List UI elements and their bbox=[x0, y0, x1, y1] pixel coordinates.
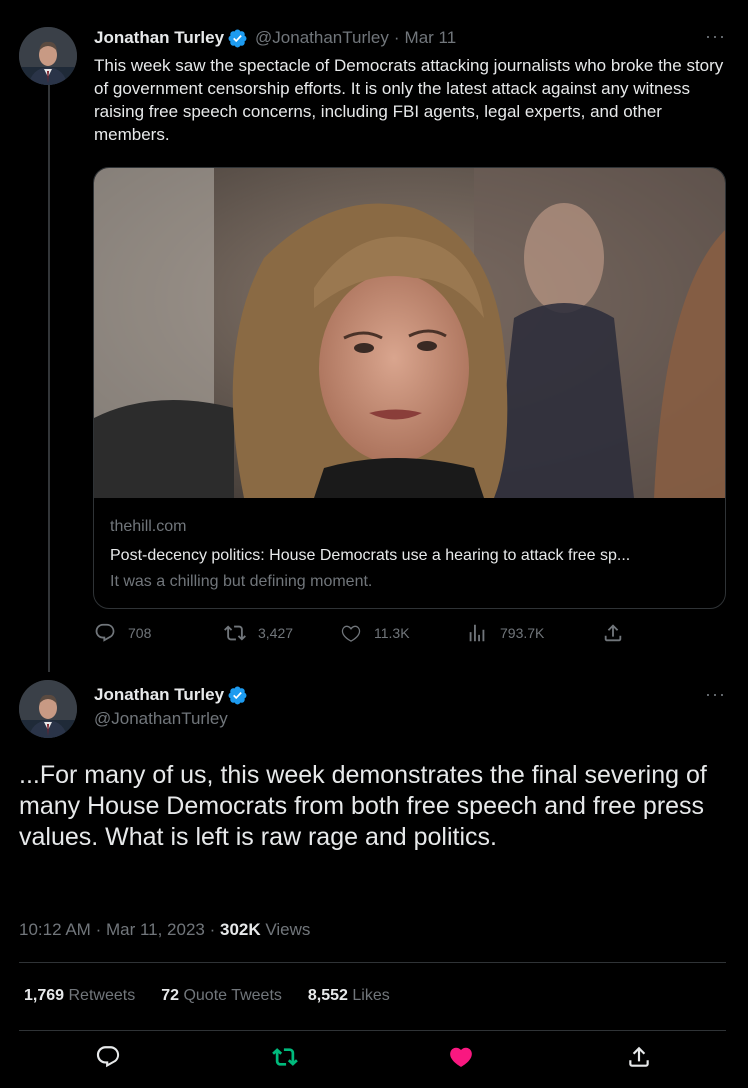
likes-count: 8,552 bbox=[307, 987, 348, 1004]
link-card[interactable]: thehill.com Post-decency politics: House… bbox=[93, 167, 726, 609]
likes-label: Likes bbox=[352, 987, 390, 1004]
quotes-label: Quote Tweets bbox=[183, 987, 282, 1004]
tweet-date[interactable]: Mar 11 bbox=[405, 28, 457, 48]
card-title: Post-decency politics: House Democrats u… bbox=[110, 547, 631, 564]
tweet-actions: 708 3,427 11.3K 793.7K bbox=[94, 622, 654, 650]
retweet-icon[interactable] bbox=[272, 1044, 298, 1070]
share-icon[interactable] bbox=[626, 1044, 652, 1070]
retweet-icon bbox=[224, 625, 246, 641]
divider bbox=[19, 1030, 726, 1031]
retweets-stat[interactable]: 1,769 Retweets bbox=[24, 987, 135, 1005]
views-label: Views bbox=[265, 920, 311, 939]
thread-connector bbox=[48, 84, 50, 672]
tweet-time[interactable]: 10:12 AM bbox=[19, 920, 91, 939]
reply-icon bbox=[95, 623, 115, 642]
tweet-text: ...For many of us, this week demonstrate… bbox=[19, 761, 707, 851]
card-image bbox=[94, 168, 725, 498]
separator: · bbox=[393, 28, 400, 47]
tweet-text: This week saw the spectacle of Democrats… bbox=[94, 56, 724, 144]
views-icon bbox=[469, 624, 485, 642]
card-domain: thehill.com bbox=[110, 518, 187, 535]
like-button[interactable]: 11.3K bbox=[340, 622, 410, 644]
more-icon[interactable]: ··· bbox=[705, 26, 726, 47]
share-button[interactable] bbox=[602, 622, 636, 644]
tweet-meta: 10:12 AM · Mar 11, 2023 · 302K Views bbox=[19, 920, 311, 939]
verified-badge-icon bbox=[228, 686, 247, 704]
author-handle[interactable]: @JonathanTurley bbox=[94, 709, 228, 729]
author-name[interactable]: Jonathan Turley bbox=[94, 28, 224, 48]
retweets-count: 1,769 bbox=[24, 987, 65, 1004]
card-description: It was a chilling but defining moment. bbox=[110, 573, 373, 590]
views-count: 793.7K bbox=[500, 625, 545, 641]
quote-tweets-stat[interactable]: 72 Quote Tweets bbox=[161, 987, 282, 1005]
tweet-actions-bar bbox=[0, 1044, 748, 1074]
retweet-count: 3,427 bbox=[258, 625, 294, 641]
reply-button[interactable]: 708 bbox=[94, 622, 151, 644]
share-icon bbox=[604, 624, 622, 642]
divider bbox=[19, 962, 726, 963]
like-icon bbox=[341, 625, 361, 642]
like-count: 11.3K bbox=[374, 625, 410, 641]
tweet-date[interactable]: Mar 11, 2023 bbox=[106, 920, 205, 939]
more-icon[interactable]: ··· bbox=[705, 684, 726, 705]
verified-badge-icon bbox=[228, 29, 247, 47]
author-name[interactable]: Jonathan Turley bbox=[94, 685, 224, 705]
author-handle[interactable]: @JonathanTurley bbox=[255, 28, 389, 48]
avatar[interactable] bbox=[19, 27, 77, 85]
retweet-button[interactable]: 3,427 bbox=[224, 622, 293, 644]
engagement-stats: 1,769 Retweets 72 Quote Tweets 8,552 Lik… bbox=[24, 987, 416, 1005]
reply-icon[interactable] bbox=[95, 1044, 121, 1070]
reply-count: 708 bbox=[128, 625, 152, 641]
likes-stat[interactable]: 8,552 Likes bbox=[308, 987, 390, 1005]
views-count: 302K bbox=[220, 920, 261, 939]
avatar[interactable] bbox=[19, 680, 77, 738]
views-button[interactable]: 793.7K bbox=[466, 622, 544, 644]
like-icon[interactable] bbox=[448, 1044, 474, 1070]
quotes-count: 72 bbox=[161, 987, 179, 1004]
retweets-label: Retweets bbox=[68, 987, 136, 1004]
